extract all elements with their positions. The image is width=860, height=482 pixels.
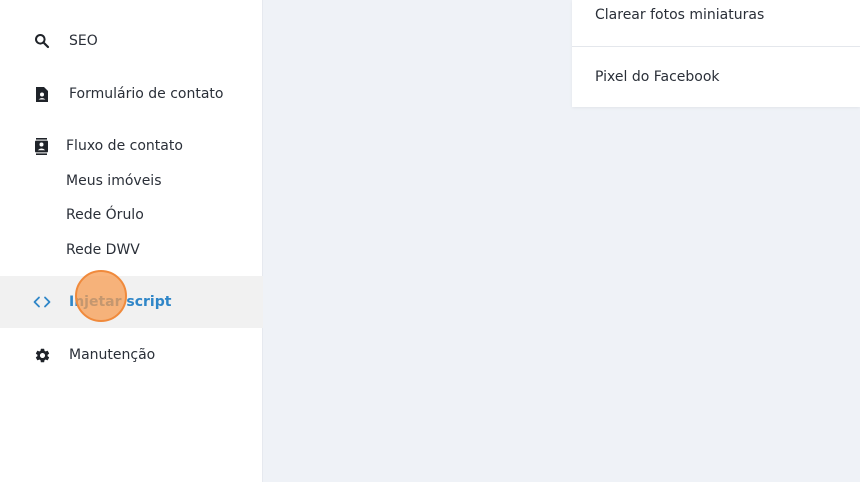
code-icon [33, 293, 51, 311]
sidebar: SEO Formulário de contato Fluxo de conta… [0, 0, 263, 482]
sidebar-item-label: Fluxo de contato [66, 138, 183, 154]
sidebar-item-label: Formulário de contato [69, 86, 224, 102]
sidebar-subitem-rede-dwv[interactable]: Rede DWV [66, 242, 140, 258]
sidebar-item-contact-form[interactable]: Formulário de contato [0, 75, 263, 113]
sidebar-item-inject-script[interactable]: Injetar script [0, 276, 263, 328]
sidebar-item-label: Injetar script [69, 294, 172, 310]
contact-flow-icon [32, 137, 50, 155]
menu-item-pixel-facebook[interactable]: Pixel do Facebook [595, 69, 720, 85]
settings-menu-panel: Clarear fotos miniaturas Pixel do Facebo… [572, 0, 860, 107]
sidebar-item-seo[interactable]: SEO [0, 22, 263, 60]
page: SEO Formulário de contato Fluxo de conta… [0, 0, 860, 482]
sidebar-item-maintenance[interactable]: Manutenção [0, 336, 263, 374]
sidebar-item-contact-flow[interactable]: Fluxo de contato [0, 127, 263, 165]
sidebar-item-label: Manutenção [69, 347, 156, 363]
contact-form-icon [33, 85, 51, 103]
search-icon [33, 32, 51, 50]
sidebar-item-label: SEO [69, 33, 98, 49]
menu-item-clarear-fotos[interactable]: Clarear fotos miniaturas [595, 7, 764, 23]
sidebar-subitem-rede-orulo[interactable]: Rede Órulo [66, 207, 144, 223]
divider [572, 46, 860, 47]
gear-icon [33, 346, 51, 364]
sidebar-subitem-meus-imoveis[interactable]: Meus imóveis [66, 173, 161, 189]
